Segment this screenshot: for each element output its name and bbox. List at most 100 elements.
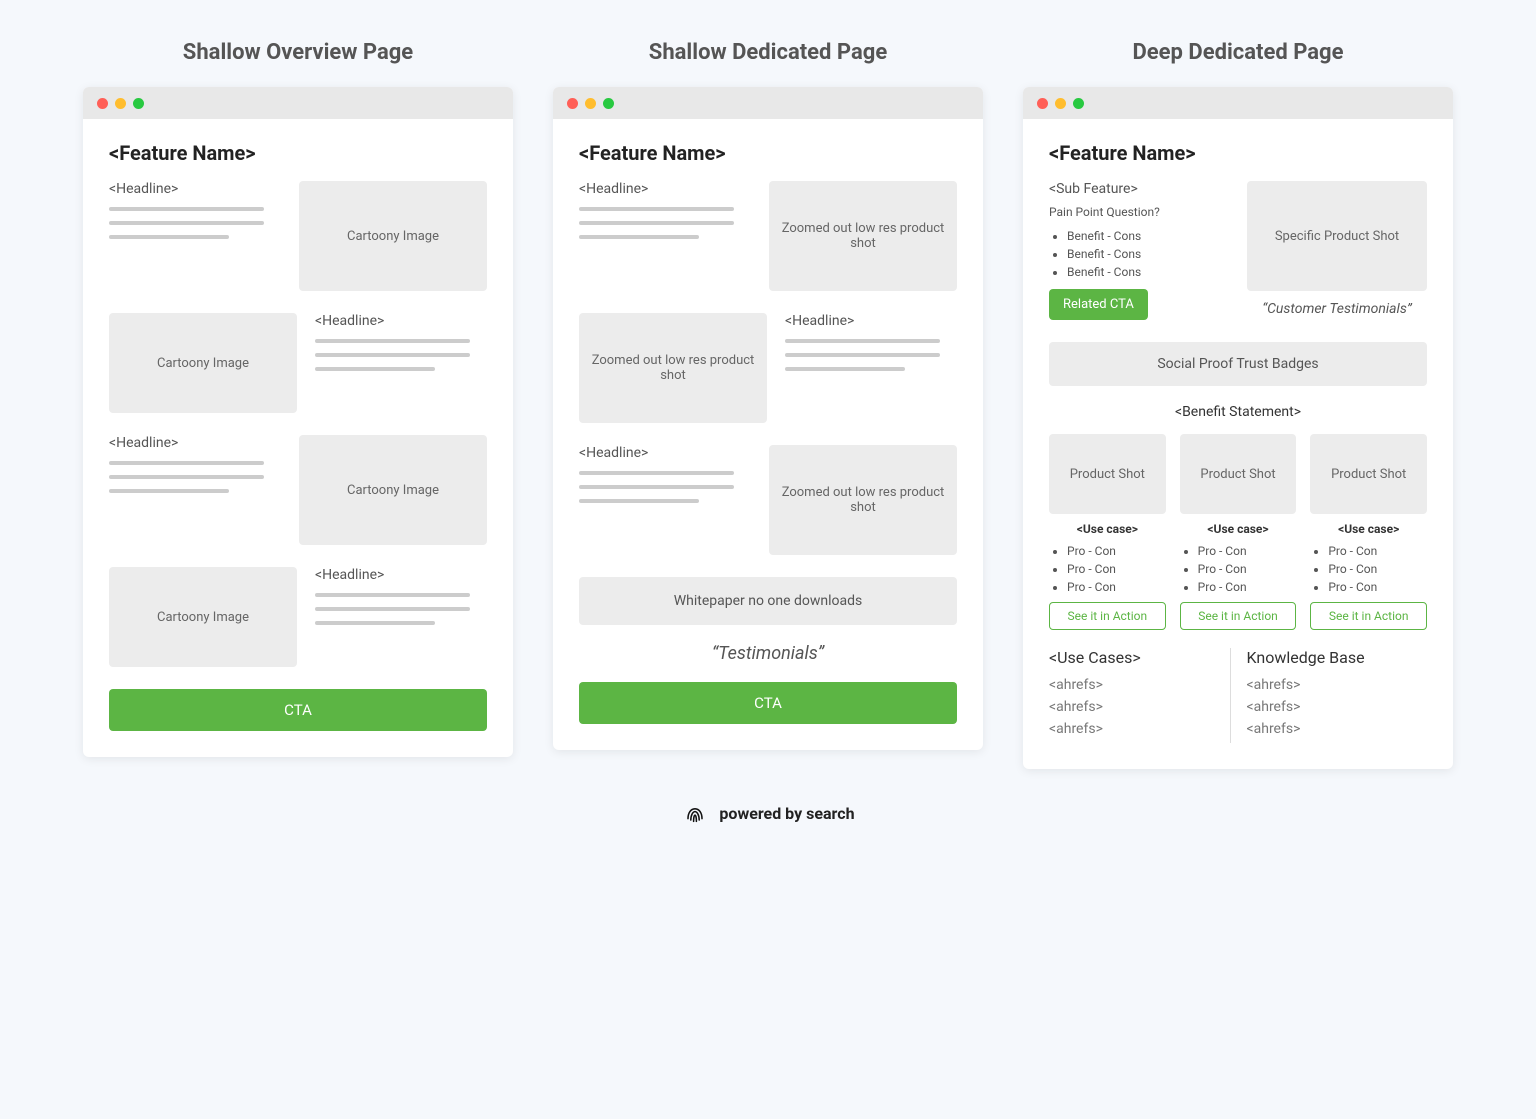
hero-text: <Sub Feature> Pain Point Question? Benef… — [1049, 181, 1229, 320]
pro-con-item: Pro - Con — [1198, 544, 1297, 558]
use-cases-col: <Use Cases> <ahrefs> <ahrefs> <ahrefs> — [1049, 648, 1231, 743]
link-item[interactable]: <ahrefs> — [1049, 677, 1220, 693]
text-block: <Headline> — [109, 435, 281, 503]
maximize-icon — [1073, 98, 1084, 109]
link-item[interactable]: <ahrefs> — [1049, 721, 1220, 737]
footer-text: powered by search — [719, 804, 854, 823]
close-icon — [1037, 98, 1048, 109]
benefit-item: Benefit - Cons — [1067, 229, 1229, 243]
text-line — [579, 207, 734, 211]
text-block: <Headline> — [579, 445, 751, 513]
use-cases-title: <Use Cases> — [1049, 648, 1220, 667]
cta-button[interactable]: CTA — [579, 682, 957, 724]
testimonials-label: “Testimonials” — [579, 643, 957, 664]
pro-con-item: Pro - Con — [1067, 580, 1166, 594]
headline: <Headline> — [109, 181, 281, 197]
see-action-button[interactable]: See it in Action — [1180, 602, 1297, 630]
link-item[interactable]: <ahrefs> — [1247, 677, 1418, 693]
headline: <Headline> — [109, 435, 281, 451]
product-shot: Product Shot — [1180, 434, 1297, 514]
customer-testimonials-label: “Customer Testimonials” — [1247, 301, 1427, 317]
headline: <Headline> — [315, 567, 487, 583]
image-placeholder: Zoomed out low res product shot — [769, 181, 957, 291]
text-line — [785, 339, 940, 343]
text-line — [785, 353, 940, 357]
col-deep-dedicated: Deep Dedicated Page <Feature Name> <Sub … — [1023, 40, 1453, 769]
pro-con-item: Pro - Con — [1328, 544, 1427, 558]
sub-feature: <Sub Feature> — [1049, 181, 1229, 197]
bottom-links: <Use Cases> <ahrefs> <ahrefs> <ahrefs> K… — [1049, 648, 1427, 743]
text-line — [579, 471, 734, 475]
close-icon — [567, 98, 578, 109]
col-title: Deep Dedicated Page — [1023, 40, 1453, 65]
text-block: <Headline> — [315, 567, 487, 635]
col-shallow-overview: Shallow Overview Page <Feature Name> <He… — [83, 40, 513, 769]
minimize-icon — [1055, 98, 1066, 109]
feature-name: <Feature Name> — [1049, 141, 1427, 165]
link-item[interactable]: <ahrefs> — [1049, 699, 1220, 715]
footer-brand: powered by search — [50, 799, 1486, 827]
product-shot: Product Shot — [1310, 434, 1427, 514]
see-action-button[interactable]: See it in Action — [1049, 602, 1166, 630]
window-body: <Feature Name> <Headline> Cartoony Image… — [83, 119, 513, 757]
kb-title: Knowledge Base — [1247, 648, 1418, 667]
feature-row: <Headline> Cartoony Image — [109, 181, 487, 291]
headline: <Headline> — [579, 445, 751, 461]
window-shallow-dedicated: <Feature Name> <Headline> Zoomed out low… — [553, 87, 983, 750]
image-placeholder: Cartoony Image — [299, 435, 487, 545]
traffic-lights — [553, 87, 983, 119]
minimize-icon — [115, 98, 126, 109]
whitepaper-box: Whitepaper no one downloads — [579, 577, 957, 625]
hero-row: <Sub Feature> Pain Point Question? Benef… — [1049, 181, 1427, 320]
text-line — [109, 489, 229, 493]
link-item[interactable]: <ahrefs> — [1247, 721, 1418, 737]
feature-name: <Feature Name> — [579, 141, 957, 165]
link-item[interactable]: <ahrefs> — [1247, 699, 1418, 715]
window-shallow-overview: <Feature Name> <Headline> Cartoony Image… — [83, 87, 513, 757]
headline: <Headline> — [579, 181, 751, 197]
hero-image-col: Specific Product Shot “Customer Testimon… — [1247, 181, 1427, 317]
fingerprint-icon — [681, 799, 709, 827]
see-action-button[interactable]: See it in Action — [1310, 602, 1427, 630]
text-block: <Headline> — [109, 181, 281, 249]
feature-row: Zoomed out low res product shot <Headlin… — [579, 313, 957, 423]
text-line — [109, 235, 229, 239]
use-case-label: <Use case> — [1310, 522, 1427, 536]
col-title: Shallow Dedicated Page — [553, 40, 983, 65]
feature-name: <Feature Name> — [109, 141, 487, 165]
pro-con-item: Pro - Con — [1328, 562, 1427, 576]
related-cta-button[interactable]: Related CTA — [1049, 289, 1148, 320]
text-line — [109, 221, 264, 225]
text-line — [579, 499, 699, 503]
benefit-list: Benefit - Cons Benefit - Cons Benefit - … — [1049, 229, 1229, 279]
benefit-statement: <Benefit Statement> — [1049, 404, 1427, 420]
close-icon — [97, 98, 108, 109]
feature-row: Cartoony Image <Headline> — [109, 567, 487, 667]
col-title: Shallow Overview Page — [83, 40, 513, 65]
kb-col: Knowledge Base <ahrefs> <ahrefs> <ahrefs… — [1231, 648, 1428, 743]
product-card: Product Shot <Use case> Pro - Con Pro - … — [1180, 434, 1297, 630]
feature-row: <Headline> Cartoony Image — [109, 435, 487, 545]
feature-row: <Headline> Zoomed out low res product sh… — [579, 181, 957, 291]
image-placeholder: Cartoony Image — [109, 313, 297, 413]
product-card: Product Shot <Use case> Pro - Con Pro - … — [1310, 434, 1427, 630]
pro-con-item: Pro - Con — [1067, 544, 1166, 558]
image-placeholder: Cartoony Image — [109, 567, 297, 667]
text-block: <Headline> — [579, 181, 751, 249]
col-shallow-dedicated: Shallow Dedicated Page <Feature Name> <H… — [553, 40, 983, 769]
text-line — [315, 621, 435, 625]
trust-badges: Social Proof Trust Badges — [1049, 342, 1427, 386]
text-line — [315, 593, 470, 597]
text-line — [579, 485, 734, 489]
feature-row: <Headline> Zoomed out low res product sh… — [579, 445, 957, 555]
text-line — [109, 207, 264, 211]
benefit-item: Benefit - Cons — [1067, 265, 1229, 279]
use-case-label: <Use case> — [1180, 522, 1297, 536]
feature-row: Cartoony Image <Headline> — [109, 313, 487, 413]
maximize-icon — [133, 98, 144, 109]
cta-button[interactable]: CTA — [109, 689, 487, 731]
traffic-lights — [83, 87, 513, 119]
text-line — [109, 475, 264, 479]
image-placeholder: Zoomed out low res product shot — [579, 313, 767, 423]
text-line — [315, 607, 470, 611]
